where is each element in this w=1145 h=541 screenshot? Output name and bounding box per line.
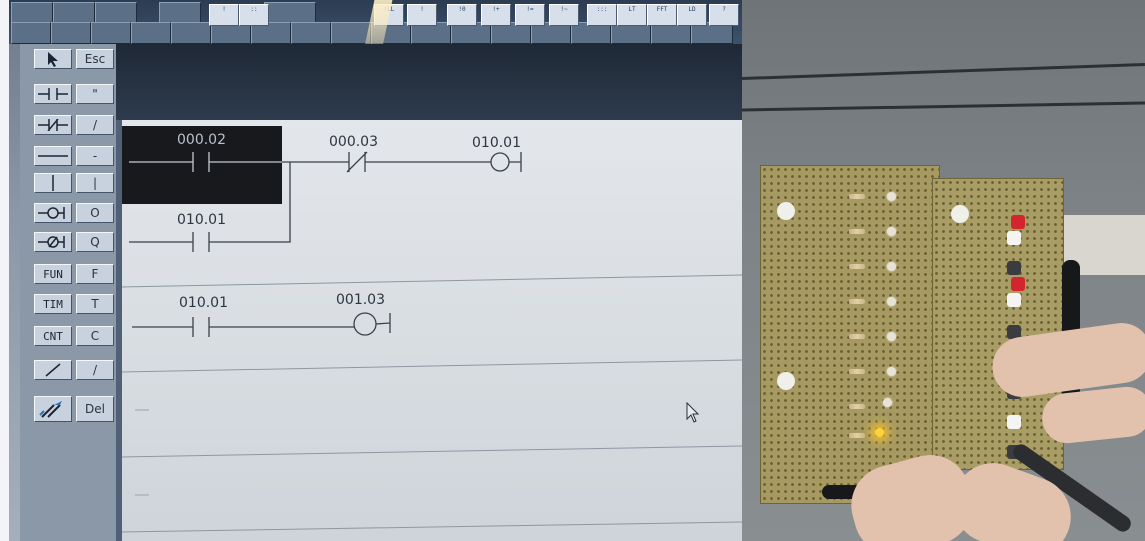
resistor — [849, 433, 865, 438]
mount-hole — [777, 202, 795, 220]
rung-separator — [121, 521, 742, 533]
mount-hole — [777, 372, 795, 390]
branch-label-010-01: 010.01 — [177, 212, 226, 228]
rung-separator — [121, 274, 742, 288]
rung-separator — [121, 445, 742, 458]
switch[interactable] — [1011, 277, 1025, 291]
contact-000-02 — [129, 152, 282, 172]
pcb-photo — [742, 0, 1145, 541]
coil-label-010-01: 010.01 — [472, 135, 521, 151]
led — [883, 398, 892, 407]
switch[interactable] — [1007, 293, 1021, 307]
coil-010-01 — [490, 152, 510, 172]
contact-label-000-03: 000.03 — [329, 134, 378, 150]
ceiling-beam — [742, 62, 1145, 81]
resistor — [849, 194, 865, 199]
coil-001-03 — [353, 312, 377, 336]
contact-label-010-01-rung2: 010.01 — [179, 295, 228, 311]
ladder-diagram — [121, 151, 742, 533]
mount-hole — [951, 205, 969, 223]
led — [887, 227, 896, 236]
led — [887, 297, 896, 306]
coil-end-rung2 — [375, 313, 391, 333]
switch[interactable] — [1007, 261, 1021, 275]
switch[interactable] — [1007, 415, 1021, 429]
resistor — [849, 334, 865, 339]
contact-010-01-rung2 — [132, 317, 354, 337]
switch[interactable] — [1007, 231, 1021, 245]
led-lit — [875, 428, 884, 437]
resistor — [849, 229, 865, 234]
coil-label-001-03: 001.03 — [336, 292, 385, 308]
resistor — [849, 264, 865, 269]
switch[interactable] — [1011, 215, 1025, 229]
contact-label-000-02: 000.02 — [177, 132, 226, 148]
pcb-board-left — [760, 165, 940, 504]
resistor — [849, 369, 865, 374]
led — [887, 367, 896, 376]
led — [887, 332, 896, 341]
rung-separator — [121, 359, 742, 373]
resistor — [849, 299, 865, 304]
branch-contact-010-01 — [129, 162, 291, 252]
ceiling-beam — [742, 101, 1145, 112]
nc-contact-000-03 — [346, 151, 368, 173]
mouse-cursor-icon — [686, 402, 700, 423]
ladder-editor-screen: ! :: !LL ! !0 !+ != !~ ::: LT FFT LD ? E… — [9, 0, 742, 541]
led — [887, 192, 896, 201]
led — [887, 262, 896, 271]
coil-end — [509, 152, 522, 172]
resistor — [849, 404, 865, 409]
